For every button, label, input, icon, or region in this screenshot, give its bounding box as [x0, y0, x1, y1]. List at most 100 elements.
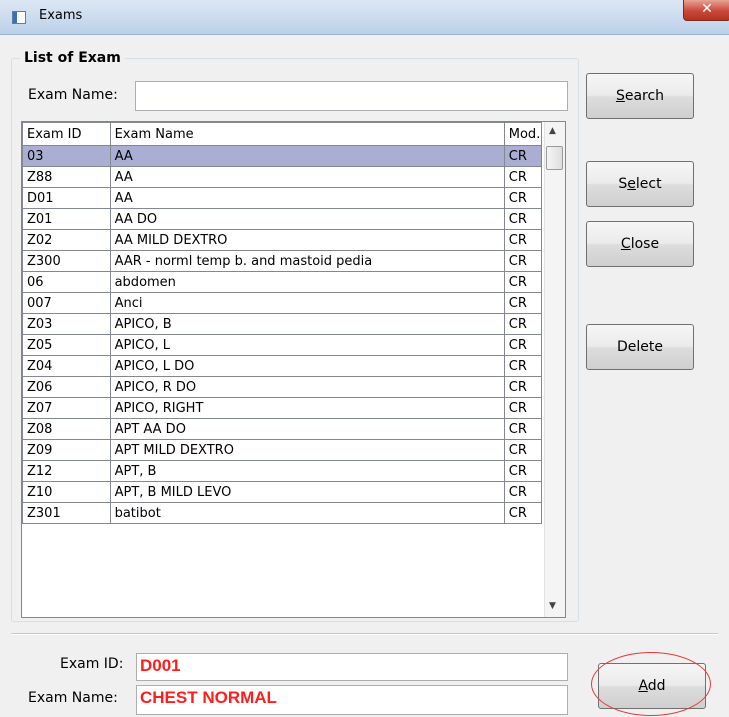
delete-button[interactable]: Delete	[586, 324, 694, 370]
table-header-row: Exam ID Exam Name Mod.	[22, 122, 543, 146]
scroll-down-arrow-icon[interactable]: ▼	[549, 601, 556, 611]
group-legend: List of Exam	[24, 50, 121, 66]
cell-exam-name: abdomen	[109, 271, 505, 293]
column-header-exam-name[interactable]: Exam Name	[109, 122, 505, 146]
cell-exam-name: AA	[109, 145, 505, 167]
cell-mod: CR	[503, 229, 543, 251]
exam-name-label: Exam Name:	[28, 690, 118, 706]
cell-exam-name: AA	[109, 166, 505, 188]
cell-mod: CR	[503, 145, 543, 167]
cell-exam-name: APT, B MILD LEVO	[109, 481, 505, 503]
cell-exam-id: Z88	[22, 166, 111, 188]
cell-exam-id: Z01	[22, 208, 111, 230]
cell-exam-name: APT AA DO	[109, 418, 505, 440]
grid-vertical-scrollbar[interactable]: ▲ ▼	[544, 122, 565, 617]
table-row[interactable]: D01 AA CR	[22, 187, 543, 209]
table-row[interactable]: Z301 batibot CR	[22, 502, 543, 524]
table-row[interactable]: Z01 AA DO CR	[22, 208, 543, 230]
table-row[interactable]: Z08 APT AA DO CR	[22, 418, 543, 440]
cell-exam-id: Z301	[22, 502, 111, 524]
exam-list-grid[interactable]: Exam ID Exam Name Mod. 03 AA CR Z88 AA CR D01 A…	[21, 121, 566, 618]
cell-exam-name: APICO, L DO	[109, 355, 505, 377]
search-button[interactable]: Search	[586, 73, 694, 119]
cell-exam-id: 06	[22, 271, 111, 293]
select-button[interactable]: Select	[586, 161, 694, 207]
cell-mod: CR	[503, 376, 543, 398]
cell-exam-name: APICO, L	[109, 334, 505, 356]
table-row[interactable]: 03 AA CR	[22, 145, 543, 167]
exam-id-label: Exam ID:	[60, 656, 124, 672]
cell-exam-name: batibot	[109, 502, 505, 524]
exam-name-search-label: Exam Name:	[28, 87, 118, 103]
table-row[interactable]: Z02 AA MILD DEXTRO CR	[22, 229, 543, 251]
table-row[interactable]: Z12 APT, B CR	[22, 460, 543, 482]
cell-exam-name: AA MILD DEXTRO	[109, 229, 505, 251]
table-row[interactable]: Z10 APT, B MILD LEVO CR	[22, 481, 543, 503]
exam-id-input[interactable]: D001	[136, 653, 568, 681]
cell-mod: CR	[503, 439, 543, 461]
exam-name-search-input[interactable]	[135, 81, 568, 111]
exam-name-input[interactable]: CHEST NORMAL	[136, 685, 568, 715]
title-bar: Exams ✕	[0, 0, 729, 35]
window-close-button[interactable]: ✕	[683, 0, 729, 21]
close-button-access-key: C	[620, 236, 631, 252]
cell-mod: CR	[503, 187, 543, 209]
separator-line	[11, 633, 718, 635]
select-button-access-key: e	[627, 176, 636, 192]
cell-mod: CR	[503, 418, 543, 440]
table-row[interactable]: Z05 APICO, L CR	[22, 334, 543, 356]
close-button[interactable]: Close	[586, 221, 694, 267]
cell-exam-name: APT MILD DEXTRO	[109, 439, 505, 461]
cell-exam-id: Z04	[22, 355, 111, 377]
cell-mod: CR	[503, 313, 543, 335]
scroll-up-arrow-icon[interactable]: ▲	[549, 126, 556, 136]
cell-mod: CR	[503, 271, 543, 293]
cell-exam-name: AAR - norml temp b. and mastoid pedia	[109, 250, 505, 272]
add-button[interactable]: Add	[598, 663, 706, 709]
table-row[interactable]: Z04 APICO, L DO CR	[22, 355, 543, 377]
scroll-thumb[interactable]	[546, 146, 563, 170]
cell-mod: CR	[503, 397, 543, 419]
table-row[interactable]: Z06 APICO, R DO CR	[22, 376, 543, 398]
column-header-exam-id[interactable]: Exam ID	[22, 122, 111, 146]
table-row[interactable]: Z300 AAR - norml temp b. and mastoid pedi…	[22, 250, 543, 272]
cell-mod: CR	[503, 460, 543, 482]
cell-exam-id: 007	[22, 292, 111, 314]
cell-mod: CR	[503, 166, 543, 188]
cell-mod: CR	[503, 334, 543, 356]
cell-mod: CR	[503, 355, 543, 377]
cell-exam-name: AA	[109, 187, 505, 209]
add-button-label-post: dd	[647, 678, 666, 694]
cell-exam-id: Z07	[22, 397, 111, 419]
cell-exam-name: APICO, R DO	[109, 376, 505, 398]
cell-exam-id: 03	[22, 145, 111, 167]
table-row[interactable]: Z07 APICO, RIGHT CR	[22, 397, 543, 419]
select-button-label-post: lect	[635, 176, 662, 192]
cell-exam-name: AA DO	[109, 208, 505, 230]
cell-exam-name: Anci	[109, 292, 505, 314]
table-row[interactable]: 007 Anci CR	[22, 292, 543, 314]
column-header-mod[interactable]: Mod.	[503, 122, 543, 146]
cell-exam-name: APT, B	[109, 460, 505, 482]
cell-exam-id: Z06	[22, 376, 111, 398]
cell-exam-id: Z03	[22, 313, 111, 335]
table-row[interactable]: Z88 AA CR	[22, 166, 543, 188]
search-button-access-key: S	[615, 88, 625, 104]
cell-mod: CR	[503, 250, 543, 272]
exam-table: Exam ID Exam Name Mod. 03 AA CR Z88 AA CR D01 A…	[22, 122, 543, 524]
table-row[interactable]: Z03 APICO, B CR	[22, 313, 543, 335]
cell-exam-id: Z10	[22, 481, 111, 503]
cell-exam-name: APICO, B	[109, 313, 505, 335]
table-row[interactable]: 06 abdomen CR	[22, 271, 543, 293]
table-body: 03 AA CR Z88 AA CR D01 AA CR Z01 AA DO CR Z02 AA MILD…	[22, 145, 543, 524]
cell-mod: CR	[503, 208, 543, 230]
cell-exam-id: Z02	[22, 229, 111, 251]
close-button-label-post: lose	[630, 236, 660, 252]
window-title: Exams	[39, 8, 83, 23]
cell-exam-id: Z300	[22, 250, 111, 272]
cell-exam-id: Z08	[22, 418, 111, 440]
cell-mod: CR	[503, 502, 543, 524]
app-window-icon	[12, 11, 26, 24]
cell-mod: CR	[503, 292, 543, 314]
table-row[interactable]: Z09 APT MILD DEXTRO CR	[22, 439, 543, 461]
